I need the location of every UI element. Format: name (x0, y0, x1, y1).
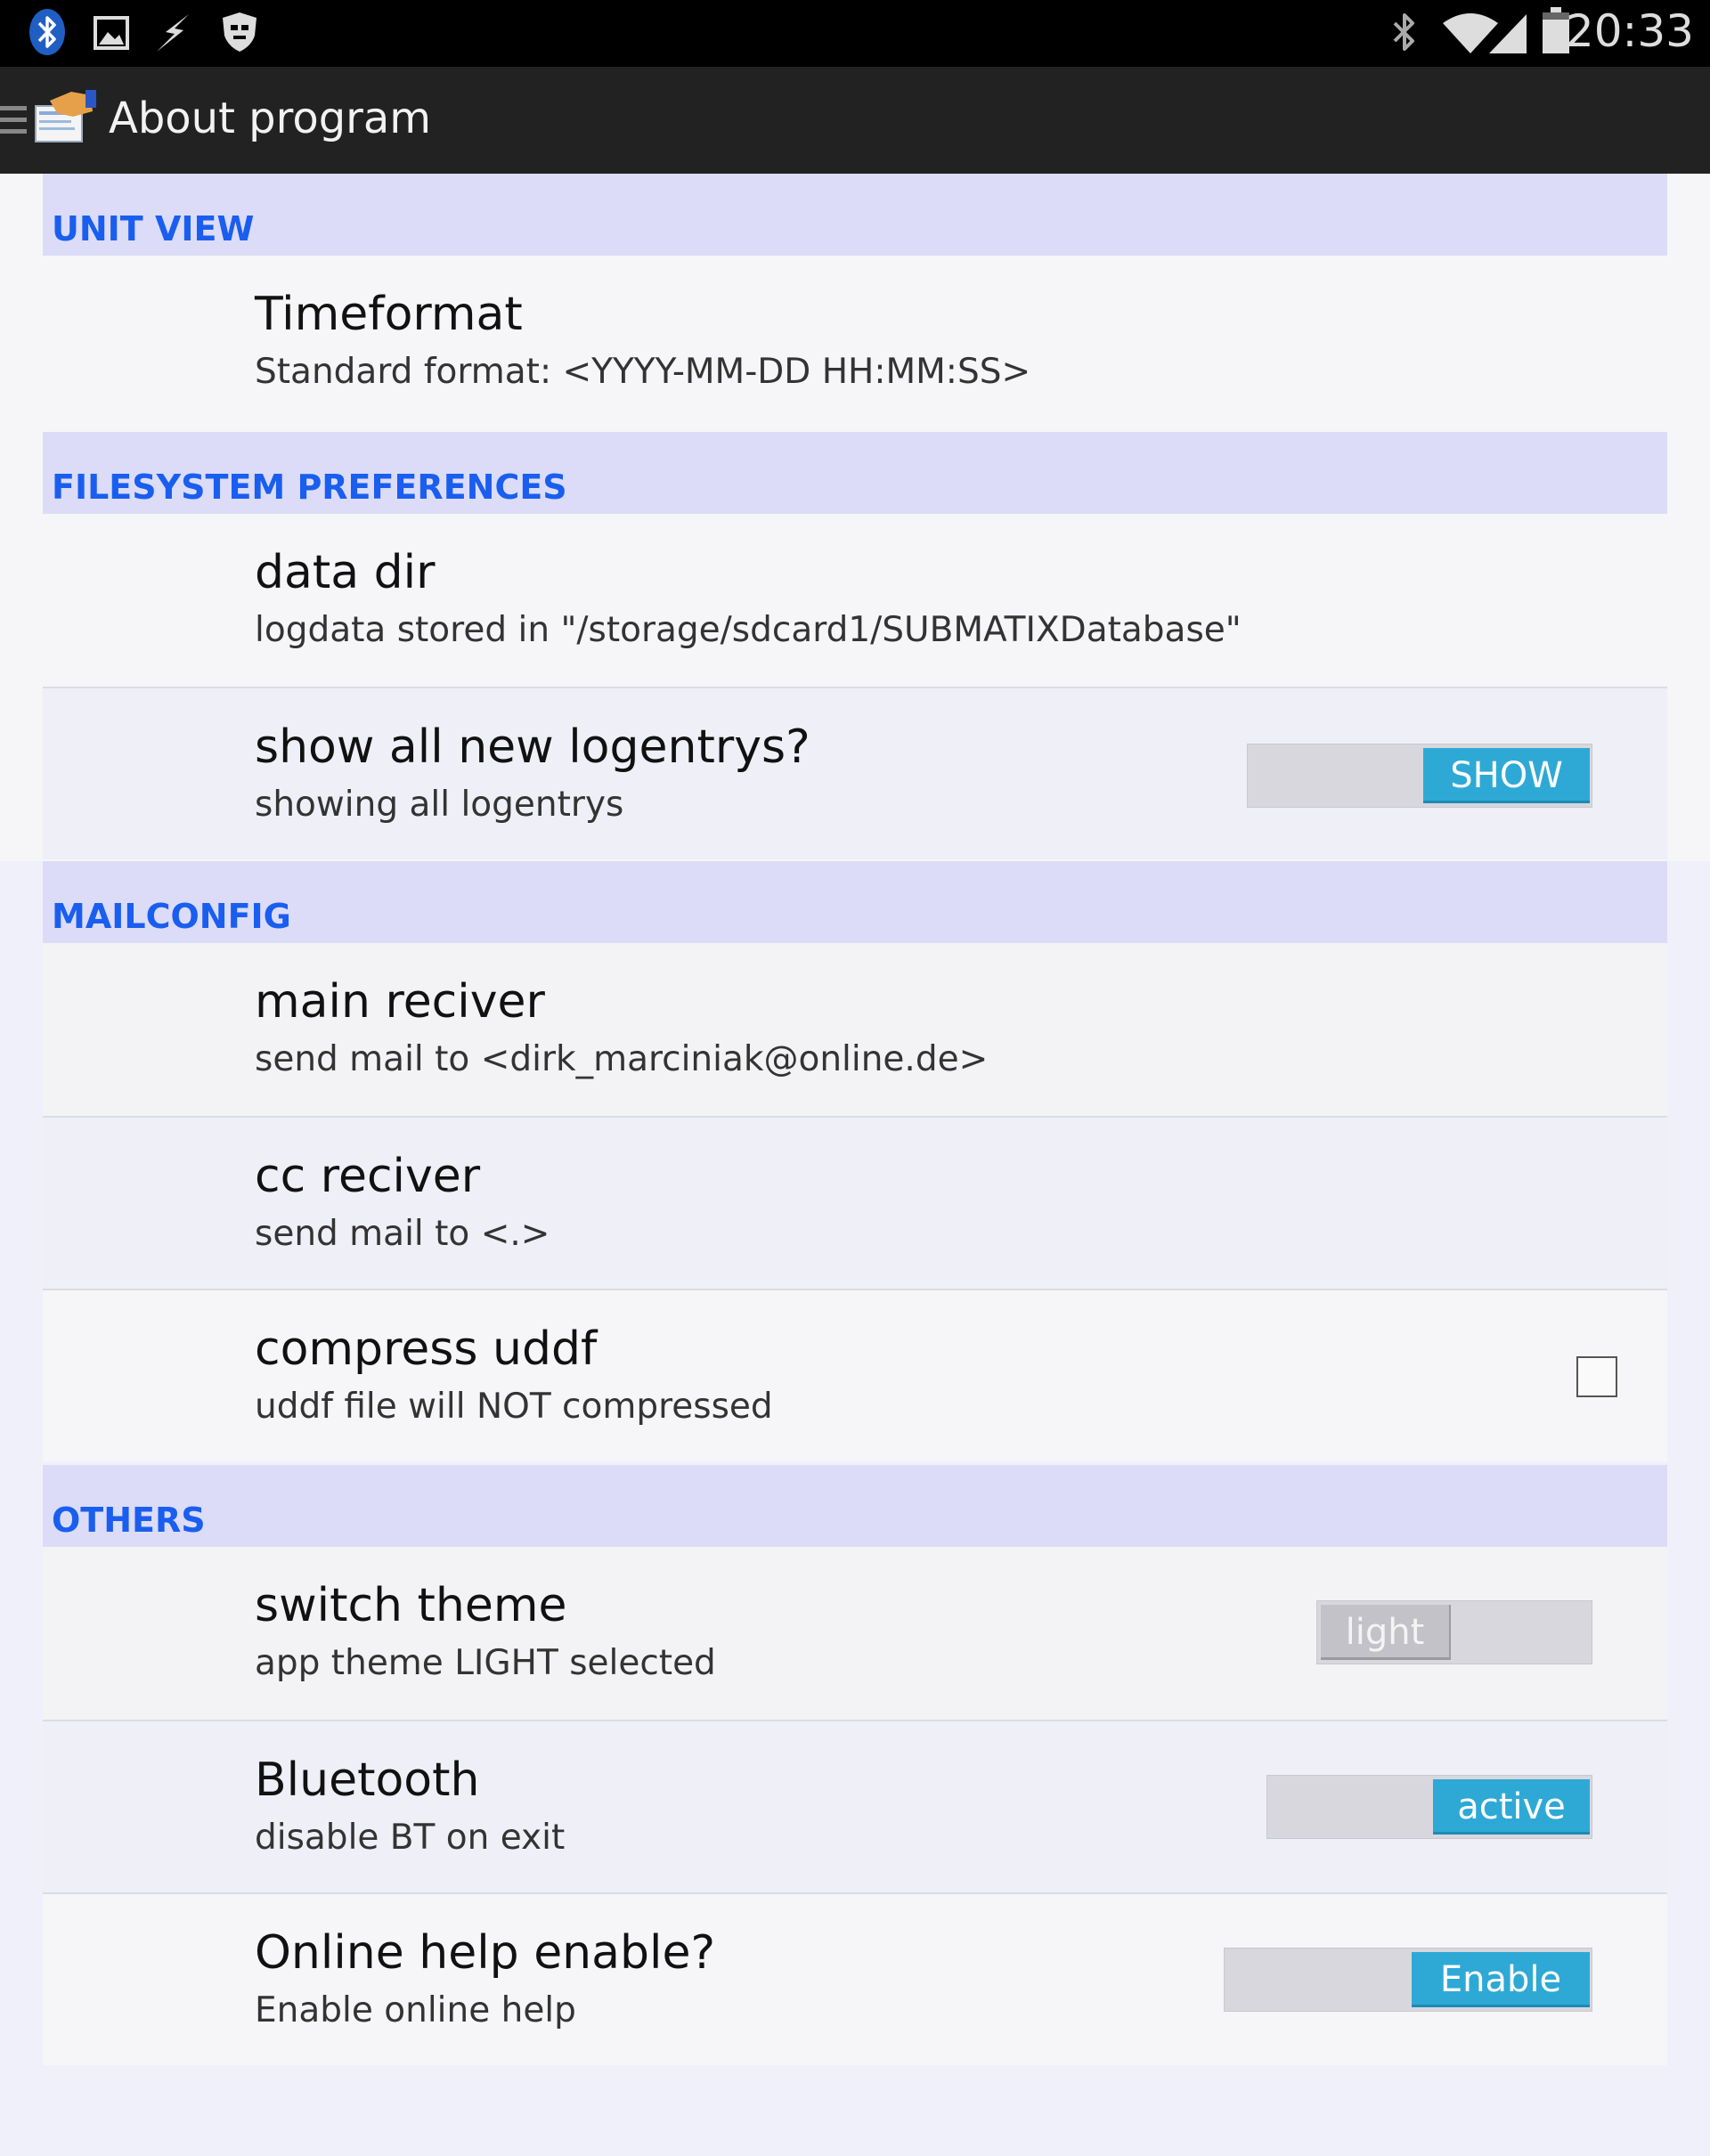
toggle-thumb: Enable (1412, 1952, 1590, 2007)
section-header-unit-view: UNIT VIEW (43, 174, 1667, 256)
bluetooth-toggle[interactable]: active (1266, 1775, 1592, 1839)
toggle-thumb: active (1433, 1779, 1590, 1835)
pref-online-help[interactable]: Online help enable? Enable online help E… (43, 1892, 1667, 2065)
page-title: About program (109, 94, 432, 143)
pref-summary: uddf file will NOT compressed (255, 1387, 773, 1427)
pref-summary: send mail to <dirk_marciniak@online.de> (255, 1039, 989, 1079)
pref-main-receiver[interactable]: main reciver send mail to <dirk_marcinia… (43, 943, 1667, 1116)
pref-title: main reciver (255, 975, 545, 1029)
pref-summary: Standard format: <YYYY-MM-DD HH:MM:SS> (255, 352, 1031, 392)
menu-icon[interactable] (0, 104, 28, 140)
switch-theme-toggle[interactable]: light (1316, 1600, 1592, 1664)
status-bar: 20:33 (0, 0, 1710, 67)
toggle-thumb: light (1321, 1605, 1451, 1660)
status-time: 20:33 (1565, 5, 1694, 57)
online-help-toggle[interactable]: Enable (1224, 1948, 1592, 2012)
compress-uddf-checkbox[interactable] (1576, 1356, 1617, 1397)
pref-title: data dir (255, 546, 436, 599)
flash-icon (153, 12, 194, 57)
pref-summary: send mail to <.> (255, 1214, 550, 1254)
section-header-mailconfig: MAILCONFIG (43, 861, 1667, 943)
bluetooth-icon (27, 7, 68, 61)
pref-title: Timeformat (255, 288, 523, 341)
section-header-others: OTHERS (43, 1465, 1667, 1547)
show-logentrys-toggle[interactable]: SHOW (1247, 744, 1592, 808)
pref-summary: Enable online help (255, 1990, 576, 2030)
pref-title: switch theme (255, 1579, 567, 1632)
preferences-list: UNIT VIEW Timeformat Standard format: <Y… (0, 174, 1710, 2156)
pref-timeformat[interactable]: Timeformat Standard format: <YYYY-MM-DD … (43, 256, 1667, 428)
pref-switch-theme[interactable]: switch theme app theme LIGHT selected li… (43, 1547, 1667, 1720)
pref-data-dir[interactable]: data dir logdata stored in "/storage/sdc… (43, 514, 1667, 687)
pref-title: show all new logentrys? (255, 720, 810, 774)
pref-summary: disable BT on exit (255, 1818, 566, 1858)
pref-title: Online help enable? (255, 1926, 716, 1980)
pref-summary: showing all logentrys (255, 785, 624, 825)
signal-icon (1487, 11, 1528, 59)
pref-title: Bluetooth (255, 1753, 480, 1807)
app-logo-icon[interactable] (30, 88, 98, 151)
shield-icon (221, 11, 258, 57)
pref-show-logentrys[interactable]: show all new logentrys? showing all loge… (43, 687, 1667, 859)
pref-bluetooth[interactable]: Bluetooth disable BT on exit active (43, 1720, 1667, 1892)
pref-summary: logdata stored in "/storage/sdcard1/SUBM… (255, 610, 1242, 650)
action-bar: About program (0, 67, 1710, 174)
pref-compress-uddf[interactable]: compress uddf uddf file will NOT compres… (43, 1289, 1667, 1461)
pref-summary: app theme LIGHT selected (255, 1643, 716, 1683)
pref-title: cc reciver (255, 1150, 481, 1203)
pref-cc-receiver[interactable]: cc reciver send mail to <.> (43, 1116, 1667, 1289)
pref-title: compress uddf (255, 1322, 598, 1376)
section-header-filesystem: FILESYSTEM PREFERENCES (43, 432, 1667, 514)
bluetooth-icon (1389, 11, 1420, 59)
image-icon (94, 16, 129, 53)
toggle-thumb: SHOW (1423, 748, 1590, 803)
